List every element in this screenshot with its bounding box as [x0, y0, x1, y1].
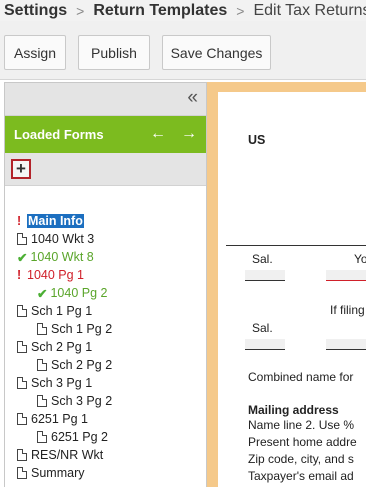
your-name-field[interactable] [326, 270, 366, 281]
form-sheet: US Sal. Yo If filing Sal. Combined name … [218, 92, 366, 487]
tree-item-label: 1040 Pg 1 [27, 268, 84, 282]
tree-item[interactable]: Sch 2 Pg 2 [37, 356, 112, 374]
document-icon [17, 305, 27, 317]
check-icon: ✔ [17, 250, 28, 265]
document-icon [17, 413, 27, 425]
spouse-salutation-field[interactable] [245, 339, 285, 350]
name-line-2-label: Name line 2. Use % [248, 418, 355, 432]
tree-item[interactable]: Sch 3 Pg 2 [37, 392, 112, 410]
email-label: Taxpayer's email ad [248, 469, 354, 483]
breadcrumb-settings[interactable]: Settings [4, 2, 67, 20]
tree-item-label: Sch 1 Pg 2 [51, 322, 113, 336]
loaded-forms-title: Loaded Forms [14, 127, 104, 142]
tree-item-label: 6251 Pg 2 [51, 430, 108, 444]
toolbar: Assign Publish Save Changes [0, 21, 366, 80]
error-icon: ! [17, 214, 22, 228]
collapse-icon[interactable]: « [187, 88, 198, 108]
chevron-right-icon: > [236, 2, 245, 19]
tree-item-label: Sch 3 Pg 1 [31, 376, 93, 390]
spouse-salutation-label: Sal. [252, 321, 273, 335]
error-icon: ! [17, 268, 22, 282]
document-icon [17, 449, 27, 461]
tree-item[interactable]: ✔ 1040 Pg 2 [37, 284, 107, 302]
add-form-row: + [5, 153, 206, 186]
tree-item[interactable]: 6251 Pg 1 [17, 410, 88, 428]
save-changes-button[interactable]: Save Changes [162, 35, 271, 70]
tree-item-label: Main Info [27, 214, 84, 228]
tree-item[interactable]: 1040 Wkt 3 [17, 230, 94, 248]
loaded-forms-bar: Loaded Forms ← → [5, 116, 206, 153]
tree-item-label: Sch 1 Pg 1 [31, 304, 93, 318]
tree-item[interactable]: Sch 1 Pg 1 [17, 302, 92, 320]
tree-item[interactable]: ✔ 1040 Wkt 8 [17, 248, 94, 266]
tree-item[interactable]: ! Main Info [17, 212, 84, 230]
spouse-name-field[interactable] [326, 339, 366, 350]
tree-item-label: Sch 2 Pg 1 [31, 340, 93, 354]
mailing-address-heading: Mailing address [248, 403, 339, 417]
salutation-field[interactable] [245, 270, 285, 281]
add-form-icon[interactable]: + [11, 159, 31, 179]
document-icon [17, 377, 27, 389]
tree-item[interactable]: Sch 3 Pg 1 [17, 374, 92, 392]
assign-button[interactable]: Assign [4, 35, 66, 70]
forms-panel-header: « [5, 83, 206, 116]
tree-item[interactable]: Summary [17, 464, 84, 482]
document-icon [37, 395, 47, 407]
form-text-yo: Yo [354, 252, 366, 266]
breadcrumb: Settings > Return Templates > Edit Tax R… [0, 0, 366, 21]
tree-item-label: 1040 Pg 2 [50, 286, 108, 300]
tree-item[interactable]: ! 1040 Pg 1 [17, 266, 84, 284]
tree-item-label: Sch 3 Pg 2 [51, 394, 113, 408]
chevron-right-icon: > [76, 2, 85, 19]
breadcrumb-edit-tax-returns: Edit Tax Returns [253, 1, 366, 19]
salutation-label: Sal. [252, 252, 273, 266]
combined-name-label: Combined name for [248, 370, 354, 384]
publish-button[interactable]: Publish [78, 35, 150, 70]
home-address-label: Present home addre [248, 435, 357, 449]
form-viewer: US Sal. Yo If filing Sal. Combined name … [207, 82, 366, 487]
if-filing-label: If filing [330, 303, 365, 317]
document-icon [17, 341, 27, 353]
document-icon [37, 359, 47, 371]
arrow-left-icon[interactable]: ← [149, 124, 167, 144]
check-icon: ✔ [37, 286, 48, 301]
document-icon [17, 467, 27, 479]
zip-city-label: Zip code, city, and s [248, 452, 354, 466]
tree-item-label: Summary [31, 466, 85, 480]
forms-panel: « Loaded Forms ← → + ! Main Info 1040 Wkt … [4, 82, 207, 487]
tree-item-label: 1040 Wkt 8 [30, 250, 94, 264]
breadcrumb-return-templates[interactable]: Return Templates [93, 2, 227, 20]
form-divider [226, 245, 366, 246]
tree-item[interactable]: Sch 1 Pg 2 [37, 320, 112, 338]
tree-item-label: 6251 Pg 1 [31, 412, 88, 426]
document-icon [17, 233, 27, 245]
tree-item-label: Sch 2 Pg 2 [51, 358, 113, 372]
tree-item-label: RES/NR Wkt [31, 448, 104, 462]
tree-item[interactable]: 6251 Pg 2 [37, 428, 108, 446]
arrow-right-icon[interactable]: → [180, 124, 198, 144]
tree-item[interactable]: Sch 2 Pg 1 [17, 338, 92, 356]
document-icon [37, 431, 47, 443]
form-header: US [248, 133, 266, 147]
tree-item[interactable]: RES/NR Wkt [17, 446, 103, 464]
document-icon [37, 323, 47, 335]
tree-item-label: 1040 Wkt 3 [31, 232, 95, 246]
